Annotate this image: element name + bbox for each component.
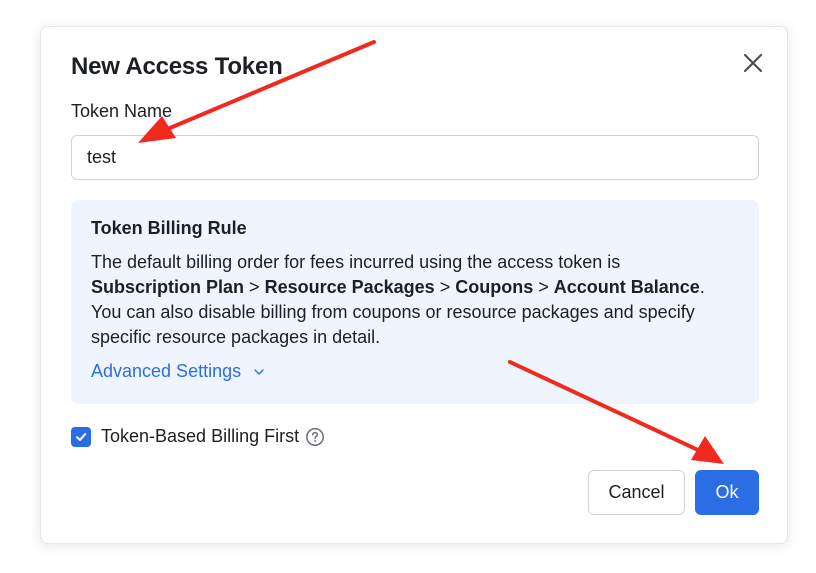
billing-order-separator: >: [249, 277, 260, 297]
token-name-label: Token Name: [71, 101, 173, 121]
billing-rule-text: The default billing order for fees incur…: [91, 252, 705, 347]
billing-order-item: Account Balance: [553, 277, 700, 297]
billing-rule-intro: The default billing order for fees incur…: [91, 252, 621, 272]
billing-order-separator: >: [439, 277, 451, 297]
chevron-down-icon: [254, 368, 264, 375]
billing-order-item: Coupons: [455, 277, 534, 297]
token-name-input[interactable]: [71, 135, 759, 180]
new-access-token-dialog: New Access Token Token Name Token Billin…: [40, 26, 788, 544]
question-circle-icon[interactable]: [305, 427, 325, 447]
billing-order-separator: >: [538, 277, 549, 297]
token-billing-first-label: Token-Based Billing First: [101, 426, 300, 446]
dialog-title: New Access Token: [71, 53, 283, 80]
cancel-button[interactable]: Cancel: [588, 470, 685, 515]
token-billing-first-row: Token-Based Billing First: [71, 426, 325, 447]
close-icon[interactable]: [741, 51, 765, 75]
billing-rule-title: Token Billing Rule: [91, 218, 247, 238]
checkmark-icon: [76, 432, 87, 441]
ok-button[interactable]: Ok: [695, 470, 759, 515]
billing-order-item: Subscription Plan: [91, 277, 245, 297]
advanced-settings-label: Advanced Settings: [91, 361, 242, 381]
advanced-settings-toggle[interactable]: Advanced Settings: [91, 361, 265, 382]
token-billing-first-checkbox[interactable]: [71, 426, 91, 447]
billing-order-item: Resource Packages: [264, 277, 435, 297]
billing-rule-box: Token Billing Rule The default billing o…: [71, 200, 759, 404]
billing-rule-outro: You can also disable billing from coupon…: [91, 302, 695, 347]
